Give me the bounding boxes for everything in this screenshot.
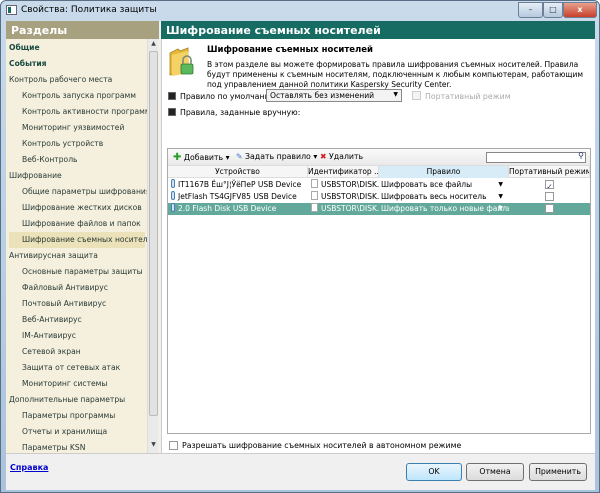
portable-checkbox[interactable]	[545, 192, 554, 201]
search-input[interactable]: ⚲	[486, 151, 586, 163]
id-cell: USBSTOR\DISK...	[311, 191, 379, 203]
id-cell: USBSTOR\DISK...	[311, 203, 379, 215]
rule-cell[interactable]: Шифровать весь носитель ▼	[381, 191, 509, 203]
sidebar-item[interactable]: Контроль устройств	[9, 136, 145, 152]
help-link[interactable]: Справка	[10, 463, 48, 472]
chevron-down-icon: ▼	[498, 205, 503, 212]
ok-button[interactable]: OK	[406, 463, 462, 481]
manual-rules-label: Правила, заданные вручную:	[180, 108, 301, 117]
column-portable[interactable]: Портативный режим	[509, 166, 590, 178]
chevron-down-icon: ▼	[393, 91, 398, 98]
plus-icon: ✚	[173, 152, 182, 163]
table-header: Устройство Идентификатор ... Правило Пор…	[168, 166, 590, 178]
sidebar-item[interactable]: IM-Антивирус	[9, 328, 145, 344]
set-rule-button[interactable]: ✎ Задать правило ▾	[236, 152, 317, 161]
maximize-button[interactable]: □	[543, 2, 563, 18]
device-cell: 2.0 Flash Disk USB Device	[171, 203, 307, 215]
delete-button[interactable]: ✖ Удалить	[320, 152, 363, 161]
sidebar-item[interactable]: Контроль запуска программ	[9, 88, 145, 104]
portable-checkbox[interactable]: ✓	[545, 180, 554, 189]
sidebar-item[interactable]: Шифрование съемных носителей	[9, 232, 157, 248]
usb-drive-icon	[171, 203, 175, 212]
sidebar-item[interactable]: Веб-Контроль	[9, 152, 145, 168]
sidebar-item[interactable]: Параметры программы	[9, 408, 145, 424]
sidebar-item[interactable]: Мониторинг уязвимостей	[9, 120, 145, 136]
column-rule[interactable]: Правило	[379, 166, 509, 178]
document-icon	[311, 191, 318, 200]
scroll-thumb[interactable]	[149, 51, 158, 416]
section-title: Шифрование съемных носителей	[207, 45, 373, 55]
offline-encryption-checkbox[interactable]	[169, 441, 178, 450]
sidebar-header: Разделы	[6, 21, 159, 39]
minimize-button[interactable]: –	[518, 2, 543, 18]
rules-table: ✚ Добавить ▾ ✎ Задать правило ▾ ✖ Удалит…	[167, 148, 591, 434]
sidebar-item[interactable]: Шифрование	[9, 168, 145, 184]
table-row[interactable]: 2.0 Flash Disk USB Device USBSTOR\DISK...…	[168, 203, 590, 215]
section-description: В этом разделе вы можете формировать пра…	[207, 60, 584, 89]
sidebar-item[interactable]: Общие параметры шифрования	[9, 184, 150, 200]
document-icon	[311, 179, 318, 188]
close-button[interactable]: x	[563, 2, 597, 18]
table-row[interactable]: IT1167B Ёш°Ј¦ЎёПеР USB Device USBSTOR\DIS…	[168, 179, 590, 191]
offline-encryption-label: Разрешать шифрование съемных носителей в…	[182, 441, 462, 450]
rule-cell[interactable]: Шифровать только новые файлы ▼	[381, 203, 509, 215]
id-cell: USBSTOR\DISK...	[311, 179, 379, 191]
sidebar-item[interactable]: Антивирусная защита	[9, 248, 145, 264]
portable-mode-label: Портативный режим	[425, 92, 511, 101]
document-icon	[311, 203, 318, 212]
sidebar-item[interactable]: Мониторинг системы	[9, 376, 145, 392]
rule-cell[interactable]: Шифровать все файлы ▼	[381, 179, 509, 191]
sidebar-item[interactable]: Основные параметры защиты	[9, 264, 145, 280]
app-icon	[6, 5, 17, 15]
table-row[interactable]: JetFlash TS4GJFV85 USB Device USBSTOR\DIS…	[168, 191, 590, 203]
portable-checkbox[interactable]	[545, 204, 554, 213]
chevron-down-icon: ▼	[498, 181, 503, 188]
sidebar-item[interactable]: Контроль активности программ	[9, 104, 151, 120]
column-id[interactable]: Идентификатор ...	[308, 166, 379, 178]
sidebar-item[interactable]: Шифрование жестких дисков	[9, 200, 145, 216]
add-button[interactable]: ✚ Добавить ▾	[173, 152, 230, 163]
sidebar-item[interactable]: Контроль рабочего места	[9, 72, 145, 88]
sidebar-item[interactable]: Общие	[9, 40, 145, 56]
search-icon: ⚲	[578, 151, 584, 160]
window-frame: Свойства: Политика защиты – □ x Разделы …	[0, 0, 600, 493]
sidebar-item[interactable]: Файловый Антивирус	[9, 280, 145, 296]
sidebar-scrollbar[interactable]: ▲ ▼	[147, 39, 158, 453]
cancel-button[interactable]: Отмена	[466, 463, 524, 481]
sidebar-item[interactable]: Дополнительные параметры	[9, 392, 145, 408]
window-title: Свойства: Политика защиты	[21, 5, 157, 15]
column-device[interactable]: Устройство	[168, 166, 308, 178]
portable-mode-checkbox[interactable]	[412, 91, 421, 100]
main-header: Шифрование съемных носителей	[161, 21, 595, 39]
scroll-up-icon[interactable]: ▲	[148, 40, 159, 50]
delete-x-icon: ✖	[320, 152, 327, 161]
device-cell: IT1167B Ёш°Ј¦ЎёПеР USB Device	[171, 179, 307, 191]
main-panel: Шифрование съемных носителей В этом разд…	[161, 39, 595, 453]
scroll-down-icon[interactable]: ▼	[148, 441, 159, 451]
sidebar-item[interactable]: События	[9, 56, 145, 72]
chevron-down-icon: ▼	[498, 193, 503, 200]
dialog-client: Разделы Общие События Контроль рабочего ме…	[6, 21, 595, 490]
sidebar-item[interactable]: Почтовый Антивирус	[9, 296, 145, 312]
sidebar-item[interactable]: Защита от сетевых атак	[9, 360, 145, 376]
policy-lock-icon[interactable]	[168, 108, 176, 116]
apply-button[interactable]: Применить	[529, 463, 587, 481]
table-toolbar: ✚ Добавить ▾ ✎ Задать правило ▾ ✖ Удалит…	[168, 149, 590, 166]
usb-drive-icon	[171, 179, 175, 188]
sidebar-item[interactable]: Сетевой экран	[9, 344, 145, 360]
sidebar-item[interactable]: Веб-Антивирус	[9, 312, 145, 328]
sidebar-item[interactable]: Отчеты и хранилища	[9, 424, 145, 440]
pencil-icon: ✎	[236, 152, 243, 161]
default-rule-value: Оставлять без изменений	[270, 91, 375, 100]
sidebar-item[interactable]: Шифрование файлов и папок	[9, 216, 145, 232]
usb-drive-icon	[171, 191, 175, 200]
dialog-footer: Справка OK Отмена Применить	[6, 453, 595, 490]
sidebar: Общие События Контроль рабочего места Контр…	[6, 39, 159, 453]
folder-lock-icon	[169, 47, 194, 76]
policy-lock-icon[interactable]	[168, 92, 176, 100]
sidebar-item[interactable]: Параметры KSN	[9, 440, 145, 453]
default-rule-label: Правило по умолчанию:	[180, 92, 279, 101]
device-cell: JetFlash TS4GJFV85 USB Device	[171, 191, 307, 203]
default-rule-select[interactable]: Оставлять без изменений ▼	[266, 89, 402, 102]
